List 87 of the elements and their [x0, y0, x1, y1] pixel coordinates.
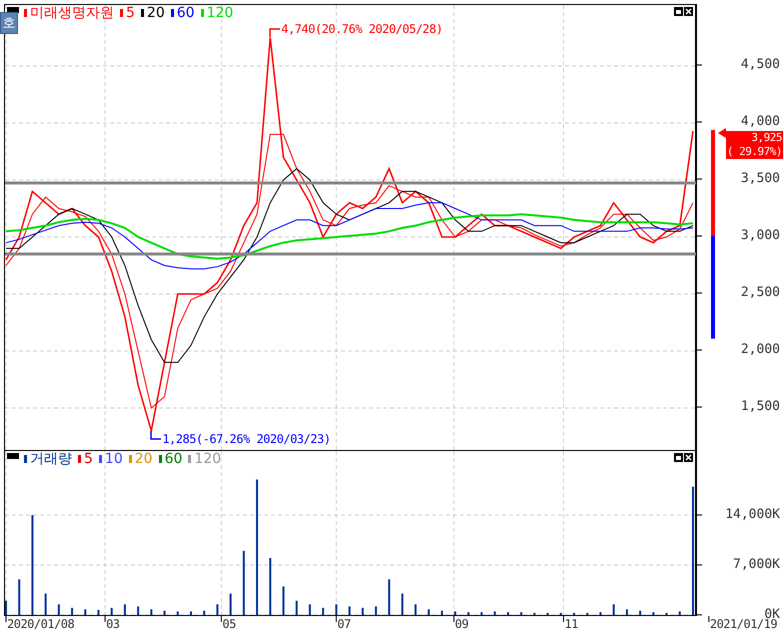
legend-label: 5: [126, 6, 135, 20]
volume-bar: [282, 586, 284, 615]
volume-bar: [296, 600, 298, 615]
volume-bar: [269, 558, 272, 615]
axis-label: 05: [222, 618, 236, 630]
volume-bar: [97, 610, 100, 615]
legend-label: 10: [104, 452, 123, 466]
volume-bar: [639, 610, 642, 615]
volume-bar: [335, 604, 338, 615]
legend-label: 60: [176, 6, 195, 20]
last-price: 3,925: [750, 130, 782, 145]
legend-label: 120: [206, 6, 234, 20]
volume-bar: [454, 611, 456, 615]
volume-bar: [507, 612, 510, 615]
volume-bar: [362, 608, 364, 615]
axis-label: 11: [564, 618, 578, 630]
volume-bar: [322, 608, 324, 615]
volume-bar: [230, 594, 232, 615]
axis-label: 7,000K: [733, 558, 780, 572]
maximize-icon[interactable]: [674, 453, 683, 462]
axis-label: 03: [106, 618, 120, 630]
legend-label: 60: [164, 452, 182, 466]
volume-bar: [388, 579, 390, 615]
high-price-label: 4,740(20.76% 2020/05/28): [281, 23, 443, 36]
volume-bar: [652, 612, 654, 615]
volume-bar: [216, 604, 218, 615]
axis-label: 1,500: [740, 400, 780, 414]
volume-bar: [440, 610, 443, 615]
legend-label: 20: [134, 452, 153, 466]
volume-bar: [308, 604, 311, 615]
volume-bar: [71, 608, 74, 615]
volume-bar: [150, 609, 152, 615]
axis-label: 4,000: [740, 115, 780, 128]
volume-bar: [124, 604, 126, 615]
volume-bar: [612, 604, 615, 615]
volume-bar: [467, 612, 470, 615]
volume-bar: [546, 612, 549, 615]
volume-bar: [203, 610, 206, 615]
axis-label: 3,000: [740, 229, 780, 242]
volume-bar: [573, 612, 576, 615]
axis-label: 2,500: [740, 286, 780, 300]
volume-bar: [401, 594, 404, 615]
volume-bar: [666, 612, 668, 615]
leader-line: [150, 430, 162, 440]
volume-bar: [533, 612, 536, 615]
volume-bar: [428, 609, 430, 615]
volume-bar: [626, 609, 628, 615]
volume-bar: [586, 612, 588, 615]
axis-label: 4,500: [740, 58, 780, 71]
volume-bar: [58, 604, 60, 615]
close-icon[interactable]: [684, 453, 693, 462]
legend-label: 20: [146, 6, 165, 20]
volume-bar: [242, 550, 245, 615]
volume-bar: [110, 608, 113, 615]
volume-bar: [480, 612, 483, 615]
volume-bar: [176, 611, 179, 615]
leader-line: [269, 28, 280, 38]
volume-bar: [414, 604, 417, 615]
legend-label: 미래생명자원: [30, 6, 114, 20]
axis-label: 2021/01/19: [710, 618, 778, 630]
maximize-icon[interactable]: [674, 7, 683, 16]
volume-bar: [494, 611, 496, 615]
volume-bar: [164, 610, 166, 615]
volume-bar: [137, 606, 140, 615]
legend-label: 5: [84, 452, 93, 466]
volume-bar: [44, 594, 47, 615]
close-icon[interactable]: [684, 7, 693, 16]
volume-bar: [678, 611, 681, 615]
volume-bar: [560, 612, 562, 615]
volume-bar: [190, 611, 192, 615]
axis-label: 3,500: [740, 172, 780, 185]
volume-bar: [520, 612, 522, 615]
axis-label: 2,000: [740, 343, 780, 356]
axis-label: 09: [454, 618, 468, 630]
volume-bar: [18, 579, 20, 615]
low-price-label: 1,285(-67.26% 2020/03/23): [162, 432, 330, 445]
axis-label: 14,000K: [725, 508, 780, 522]
axis-label: 07: [337, 618, 351, 630]
panel-marker-icon: [7, 453, 19, 459]
axis-label: 2020/01/08: [7, 618, 74, 630]
volume-bar: [84, 609, 86, 615]
volume-bar: [600, 612, 602, 615]
side-button[interactable]: 호: [0, 12, 18, 34]
legend-label: 거래량: [30, 452, 72, 466]
legend-label: 120: [194, 452, 222, 466]
volume-bar: [374, 606, 377, 615]
price-change: ( 29.97%): [726, 144, 782, 159]
